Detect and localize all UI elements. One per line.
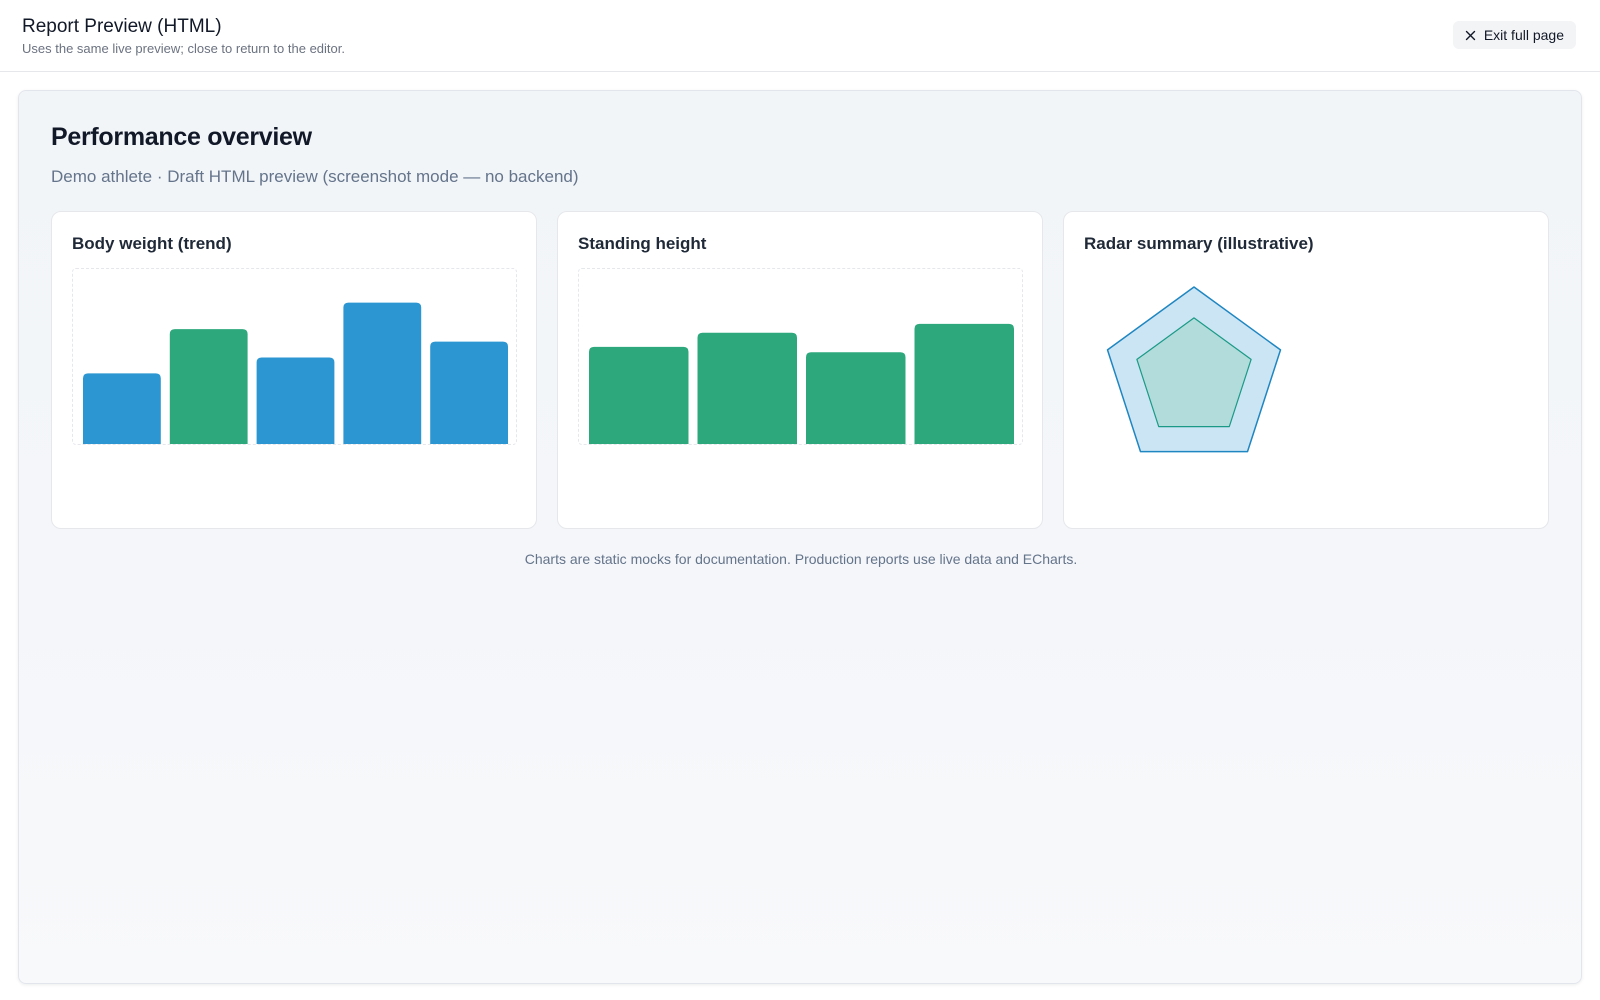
radar-summary-card: Radar summary (illustrative) <box>1063 211 1549 529</box>
standing-height-bar <box>806 352 906 444</box>
standing-height-bar <box>589 346 689 444</box>
radar-summary-chart <box>1084 268 1529 488</box>
chart-cards: Body weight (trend) Standing height Rada… <box>51 211 1549 529</box>
body-weight-chart <box>72 268 517 445</box>
body-weight-bar <box>169 329 248 444</box>
charts-footnote: Charts are static mocks for documentatio… <box>524 551 1078 567</box>
body-weight-card: Body weight (trend) <box>51 211 537 529</box>
exit-full-page-button[interactable]: Exit full page <box>1452 21 1576 49</box>
body-weight-title: Body weight (trend) <box>72 234 232 253</box>
standing-height-title: Standing height <box>578 234 707 253</box>
top-bar: Report Preview (HTML) Uses the same live… <box>0 0 1600 72</box>
standing-height-chart <box>578 268 1023 445</box>
report-preview-canvas[interactable]: Performance overview Demo athlete · Draf… <box>18 90 1582 984</box>
exit-full-page-label: Exit full page <box>1483 27 1564 43</box>
body-weight-chart-svg <box>83 302 508 444</box>
close-icon <box>1465 30 1476 41</box>
body-weight-bar <box>83 373 161 444</box>
radar-summary-chart-svg <box>1106 286 1282 453</box>
standing-height-chart-svg <box>589 323 1014 444</box>
body-weight-bar <box>343 302 422 444</box>
body-weight-bar <box>430 341 508 444</box>
page-subtitle: Uses the same live preview; close to ret… <box>22 41 345 56</box>
page-title: Report Preview (HTML) <box>22 16 222 37</box>
standing-height-bar <box>697 332 797 444</box>
radar-summary-title: Radar summary (illustrative) <box>1084 234 1314 253</box>
standing-height-card: Standing height <box>557 211 1043 529</box>
report-title: Performance overview <box>51 123 312 151</box>
report-lead: Demo athlete · Draft HTML preview (scree… <box>51 167 579 186</box>
standing-height-bar <box>914 323 1014 444</box>
body-weight-bar <box>256 357 335 444</box>
